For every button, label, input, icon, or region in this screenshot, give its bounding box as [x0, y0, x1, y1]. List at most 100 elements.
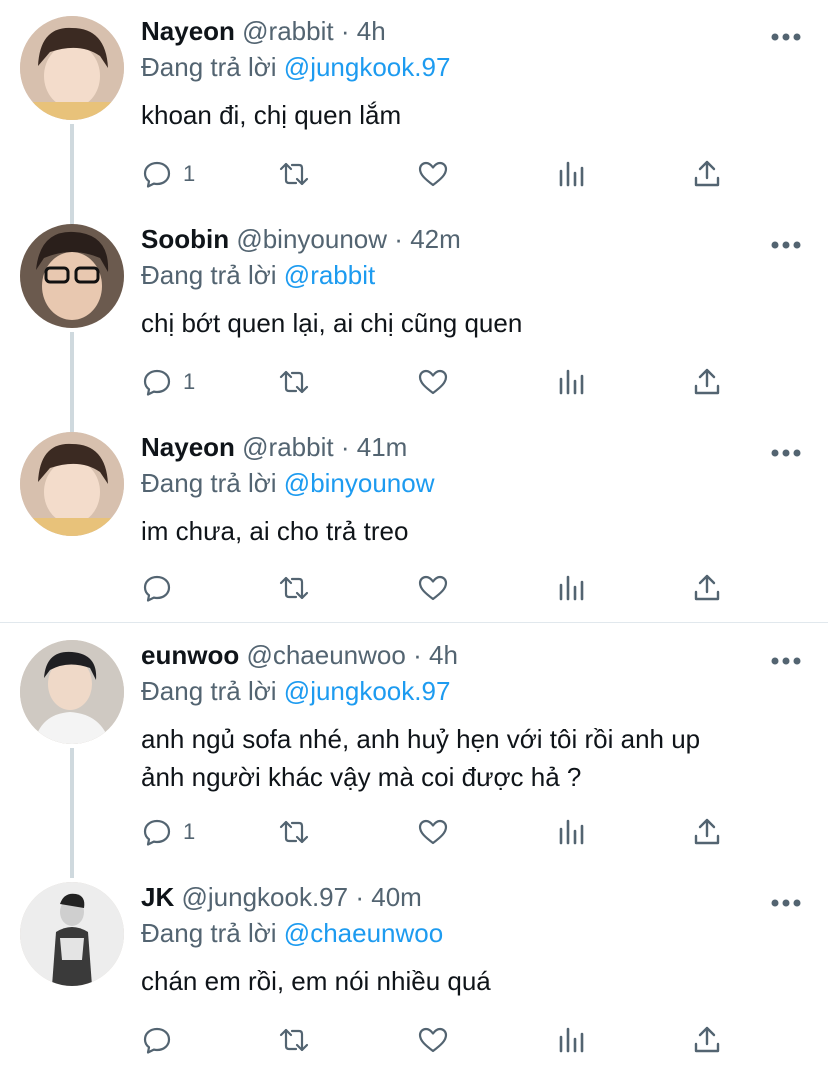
timestamp[interactable]: 4h — [429, 640, 458, 670]
views-icon — [559, 575, 584, 601]
username[interactable]: @rabbit — [242, 16, 333, 46]
retweet-button[interactable] — [278, 156, 310, 192]
tweet-header: eunwoo @chaeunwoo · 4h — [141, 638, 458, 672]
reply-button[interactable]: 1 — [141, 364, 195, 400]
retweet-button[interactable] — [278, 814, 310, 850]
like-button[interactable] — [417, 364, 449, 400]
like-button[interactable] — [417, 1022, 449, 1058]
avatar[interactable] — [20, 16, 124, 120]
views-button[interactable] — [555, 156, 587, 192]
share-icon — [694, 1026, 720, 1053]
timestamp[interactable]: 41m — [357, 432, 408, 462]
like-button[interactable] — [417, 570, 449, 606]
more-icon[interactable] — [770, 898, 802, 908]
mention-link[interactable]: @jungkook.97 — [284, 676, 451, 706]
tweet-header: JK @jungkook.97 · 40m — [141, 880, 422, 914]
mention-link[interactable]: @chaeunwoo — [284, 918, 443, 948]
share-button[interactable] — [691, 156, 723, 192]
views-icon — [559, 1027, 584, 1053]
like-button[interactable] — [417, 156, 449, 192]
tweet-text: chán em rồi, em nói nhiều quá — [141, 962, 801, 1000]
reply-button[interactable] — [141, 1022, 183, 1058]
retweet-icon — [279, 162, 309, 186]
like-button[interactable] — [417, 814, 449, 850]
share-button[interactable] — [691, 1022, 723, 1058]
more-icon[interactable] — [770, 240, 802, 250]
reply-icon — [143, 819, 171, 846]
replying-to: Đang trả lời @jungkook.97 — [141, 674, 450, 708]
timestamp[interactable]: 42m — [410, 224, 461, 254]
replying-to: Đang trả lời @binyounow — [141, 466, 435, 500]
separator-dot: · — [413, 640, 422, 670]
views-icon — [559, 161, 584, 187]
share-icon — [694, 574, 720, 601]
username[interactable]: @binyounow — [236, 224, 387, 254]
replying-to: Đang trả lời @rabbit — [141, 258, 375, 292]
retweet-icon — [279, 576, 309, 600]
mention-link[interactable]: @jungkook.97 — [284, 52, 451, 82]
tweet-header: Nayeon @rabbit · 4h — [141, 14, 386, 48]
tweet-text-line: chán em rồi, em nói nhiều quá — [141, 966, 491, 996]
reply-count: 1 — [183, 161, 196, 186]
views-icon — [559, 369, 584, 395]
replying-to-label: Đang trả lời — [141, 676, 277, 706]
tweet-text: im chưa, ai cho trả treo — [141, 512, 801, 550]
share-button[interactable] — [691, 364, 723, 400]
tweet-actions — [141, 1022, 741, 1058]
display-name[interactable]: Soobin — [141, 224, 229, 254]
username[interactable]: @chaeunwoo — [246, 640, 405, 670]
tweet-actions: 1 — [141, 364, 741, 400]
tweet-text-line: chị bớt quen lại, ai chị cũng quen — [141, 308, 523, 338]
separator-dot: · — [394, 224, 403, 254]
avatar[interactable] — [20, 640, 124, 744]
tweet[interactable]: eunwoo @chaeunwoo · 4h Đang trả lời @jun… — [0, 640, 828, 874]
reply-button[interactable]: 1 — [141, 814, 195, 850]
tweet[interactable]: Soobin @binyounow · 42m Đang trả lời @ra… — [0, 224, 828, 436]
display-name[interactable]: JK — [141, 882, 174, 912]
mention-link[interactable]: @rabbit — [284, 260, 375, 290]
replying-to-label: Đang trả lời — [141, 918, 277, 948]
retweet-button[interactable] — [278, 364, 310, 400]
views-button[interactable] — [555, 1022, 587, 1058]
more-icon[interactable] — [770, 32, 802, 42]
reply-button[interactable]: 1 — [141, 156, 195, 192]
like-icon — [418, 161, 448, 187]
display-name[interactable]: Nayeon — [141, 16, 235, 46]
replying-to-label: Đang trả lời — [141, 52, 277, 82]
share-button[interactable] — [691, 814, 723, 850]
tweet[interactable]: Nayeon @rabbit · 41m Đang trả lời @binyo… — [0, 432, 828, 644]
more-icon[interactable] — [770, 448, 802, 458]
display-name[interactable]: Nayeon — [141, 432, 235, 462]
reply-count: 1 — [183, 369, 196, 394]
reply-icon — [143, 1027, 171, 1054]
timestamp[interactable]: 4h — [357, 16, 386, 46]
avatar[interactable] — [20, 224, 124, 328]
retweet-icon — [279, 370, 309, 394]
retweet-button[interactable] — [278, 570, 310, 606]
share-icon — [694, 818, 720, 845]
tweet-text: khoan đi, chị quen lắm — [141, 96, 801, 134]
retweet-button[interactable] — [278, 1022, 310, 1058]
avatar[interactable] — [20, 882, 124, 986]
timestamp[interactable]: 40m — [371, 882, 422, 912]
reply-button[interactable] — [141, 570, 183, 606]
display-name[interactable]: eunwoo — [141, 640, 239, 670]
replying-to-label: Đang trả lời — [141, 468, 277, 498]
avatar[interactable] — [20, 432, 124, 536]
tweet-actions: 1 — [141, 814, 741, 850]
tweet[interactable]: JK @jungkook.97 · 40m Đang trả lời @chae… — [0, 882, 828, 1066]
views-icon — [559, 819, 584, 845]
views-button[interactable] — [555, 570, 587, 606]
mention-link[interactable]: @binyounow — [284, 468, 435, 498]
username[interactable]: @jungkook.97 — [181, 882, 348, 912]
tweet[interactable]: Nayeon @rabbit · 4h Đang trả lời @jungko… — [0, 16, 828, 228]
share-icon — [694, 160, 720, 187]
separator-dot: · — [355, 882, 365, 912]
share-button[interactable] — [691, 570, 723, 606]
views-button[interactable] — [555, 364, 587, 400]
tweet-header: Nayeon @rabbit · 41m — [141, 430, 407, 464]
username[interactable]: @rabbit — [242, 432, 333, 462]
views-button[interactable] — [555, 814, 587, 850]
retweet-icon — [279, 1028, 309, 1052]
more-icon[interactable] — [770, 656, 802, 666]
